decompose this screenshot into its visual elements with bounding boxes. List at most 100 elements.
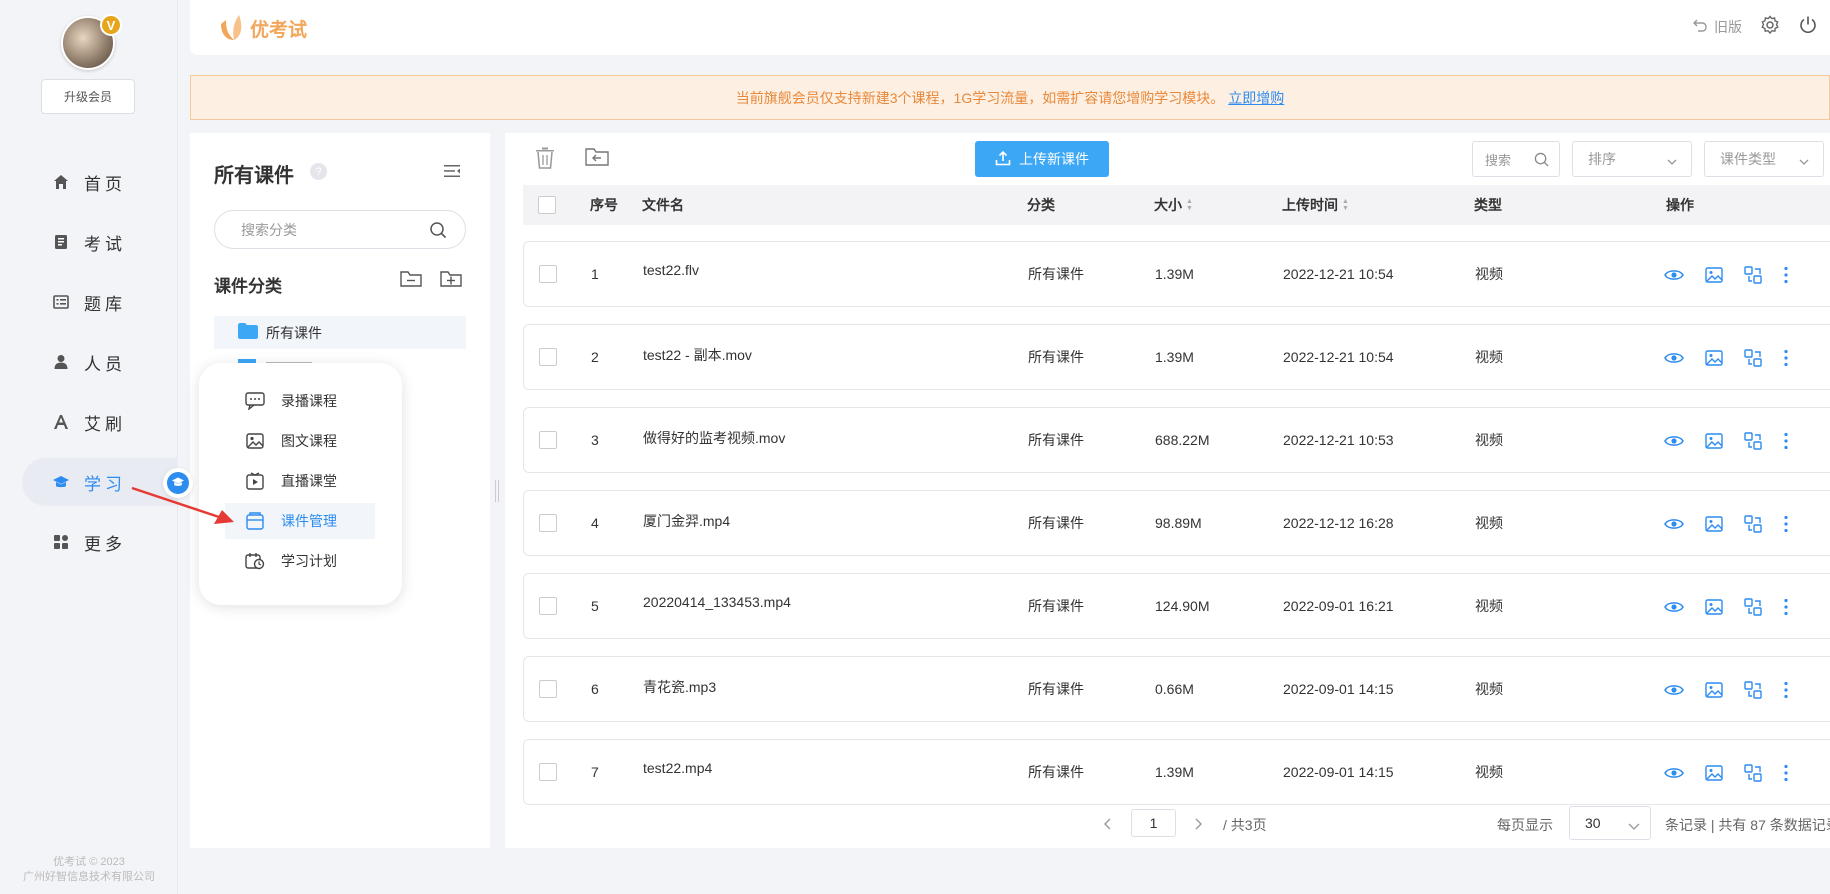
- preview-eye-icon[interactable]: [1664, 434, 1684, 451]
- more-vertical-icon[interactable]: [1783, 681, 1789, 702]
- row-checkbox[interactable]: [539, 680, 557, 698]
- col-filename: 文件名: [642, 197, 684, 213]
- folder-minus-icon[interactable]: [400, 270, 422, 291]
- preview-eye-icon[interactable]: [1664, 517, 1684, 534]
- buy-more-link[interactable]: 立即增购: [1228, 88, 1284, 108]
- table-row[interactable]: 6 青花瓷.mp3 所有课件 0.66M 2022-09-01 14:15 视频: [523, 656, 1830, 722]
- grid-icon: [52, 533, 70, 551]
- next-page-icon[interactable]: [1193, 817, 1203, 833]
- more-vertical-icon[interactable]: [1783, 432, 1789, 453]
- move-icon[interactable]: [1744, 681, 1762, 702]
- col-size[interactable]: 大小 ▲ ▼: [1154, 185, 1193, 225]
- page-input[interactable]: 1: [1131, 809, 1176, 837]
- menu-item-study-plan[interactable]: 学习计划: [225, 543, 375, 579]
- more-vertical-icon[interactable]: [1783, 598, 1789, 619]
- move-icon[interactable]: [1744, 266, 1762, 287]
- more-vertical-icon[interactable]: [1783, 266, 1789, 287]
- move-folder-icon[interactable]: [585, 147, 609, 170]
- move-icon[interactable]: [1744, 349, 1762, 370]
- category-item-all[interactable]: 所有课件: [214, 316, 466, 349]
- cell-filename[interactable]: test22 - 副本.mov: [643, 345, 752, 365]
- cover-image-icon[interactable]: [1705, 765, 1723, 784]
- courseware-search-input[interactable]: 搜索: [1472, 141, 1560, 177]
- upload-courseware-button[interactable]: 上传新课件: [975, 141, 1109, 177]
- per-page-select[interactable]: 30: [1569, 806, 1651, 840]
- menu-item-courseware[interactable]: 课件管理: [225, 503, 375, 539]
- col-upload-time[interactable]: 上传时间 ▲ ▼: [1282, 185, 1349, 225]
- table-row[interactable]: 2 test22 - 副本.mov 所有课件 1.39M 2022-12-21 10:5…: [523, 324, 1830, 390]
- row-actions: [1664, 764, 1789, 785]
- move-icon[interactable]: [1744, 432, 1762, 453]
- table-row[interactable]: 1 test22.flv 所有课件 1.39M 2022-12-21 10:54 视频: [523, 241, 1830, 307]
- cell-index: 1: [591, 266, 599, 282]
- move-icon[interactable]: [1744, 515, 1762, 536]
- sort-select[interactable]: 排序: [1572, 141, 1692, 177]
- cell-upload-time: 2022-09-01 14:15: [1283, 681, 1394, 697]
- type-select[interactable]: 课件类型: [1704, 141, 1824, 177]
- preview-eye-icon[interactable]: [1664, 351, 1684, 368]
- category-search-input[interactable]: 搜索分类: [214, 210, 466, 249]
- move-icon[interactable]: [1744, 598, 1762, 619]
- row-checkbox[interactable]: [539, 265, 557, 283]
- more-vertical-icon[interactable]: [1783, 515, 1789, 536]
- nav-item-brush[interactable]: 艾刷: [22, 398, 178, 446]
- nav-item-exam[interactable]: 考试: [22, 218, 178, 266]
- prev-page-icon[interactable]: [1103, 817, 1113, 833]
- menu-item-image-course[interactable]: 图文课程: [225, 423, 375, 459]
- per-page-label: 每页显示: [1497, 817, 1553, 833]
- table-row[interactable]: 5 20220414_133453.mp4 所有课件 124.90M 2022-09-0…: [523, 573, 1830, 639]
- cover-image-icon[interactable]: [1705, 516, 1723, 535]
- row-checkbox[interactable]: [539, 431, 557, 449]
- cover-image-icon[interactable]: [1705, 682, 1723, 701]
- old-version-button[interactable]: 旧版: [1692, 17, 1742, 37]
- cover-image-icon[interactable]: [1705, 350, 1723, 369]
- logo[interactable]: 优考试: [218, 12, 307, 45]
- folder-add-icon[interactable]: [440, 270, 462, 291]
- select-all-checkbox[interactable]: [538, 196, 556, 214]
- cell-size: 1.39M: [1155, 349, 1194, 365]
- power-icon[interactable]: [1798, 15, 1818, 38]
- preview-eye-icon[interactable]: [1664, 268, 1684, 285]
- nav-item-home[interactable]: 首页: [22, 158, 178, 206]
- more-vertical-icon[interactable]: [1783, 764, 1789, 785]
- delete-icon[interactable]: [535, 147, 555, 172]
- more-vertical-icon[interactable]: [1783, 349, 1789, 370]
- preview-eye-icon[interactable]: [1664, 766, 1684, 783]
- cell-filename[interactable]: test22.mp4: [643, 760, 712, 776]
- home-icon: [52, 173, 70, 191]
- collapse-menu-icon[interactable]: [443, 163, 461, 182]
- cell-filename[interactable]: 青花瓷.mp3: [643, 677, 716, 697]
- row-checkbox[interactable]: [539, 597, 557, 615]
- cell-filename[interactable]: 厦门金羿.mp4: [643, 511, 730, 531]
- help-icon[interactable]: ?: [310, 163, 327, 180]
- cell-type: 视频: [1475, 266, 1503, 282]
- col-category: 分类: [1027, 197, 1055, 213]
- preview-eye-icon[interactable]: [1664, 683, 1684, 700]
- menu-item-recorded-course[interactable]: 录播课程: [225, 383, 375, 419]
- nav-item-question-bank[interactable]: 题库: [22, 278, 178, 326]
- preview-eye-icon[interactable]: [1664, 600, 1684, 617]
- cell-filename[interactable]: test22.flv: [643, 262, 699, 278]
- table-row[interactable]: 3 做得好的监考视频.mov 所有课件 688.22M 2022-12-21 10:53…: [523, 407, 1830, 473]
- table-row[interactable]: 4 厦门金羿.mp4 所有课件 98.89M 2022-12-12 16:28 视频: [523, 490, 1830, 556]
- search-icon[interactable]: [429, 221, 447, 242]
- upgrade-button[interactable]: 升级会员: [41, 79, 135, 114]
- panel-splitter[interactable]: [495, 480, 499, 502]
- cover-image-icon[interactable]: [1705, 433, 1723, 452]
- table-row[interactable]: 7 test22.mp4 所有课件 1.39M 2022-09-01 14:15 视频: [523, 739, 1830, 805]
- row-checkbox[interactable]: [539, 763, 557, 781]
- settings-gear-icon[interactable]: [1760, 15, 1780, 38]
- row-checkbox[interactable]: [539, 514, 557, 532]
- nav-item-label: 人员: [84, 354, 126, 374]
- nav-item-label: 更多: [84, 534, 126, 554]
- cell-type: 视频: [1475, 598, 1503, 614]
- menu-item-live-class[interactable]: 直播课堂: [225, 463, 375, 499]
- move-icon[interactable]: [1744, 764, 1762, 785]
- cover-image-icon[interactable]: [1705, 267, 1723, 286]
- cell-filename[interactable]: 做得好的监考视频.mov: [643, 428, 785, 448]
- cover-image-icon[interactable]: [1705, 599, 1723, 618]
- cell-filename[interactable]: 20220414_133453.mp4: [643, 594, 791, 610]
- row-checkbox[interactable]: [539, 348, 557, 366]
- nav-item-person[interactable]: 人员: [22, 338, 178, 386]
- search-icon[interactable]: [1534, 152, 1549, 170]
